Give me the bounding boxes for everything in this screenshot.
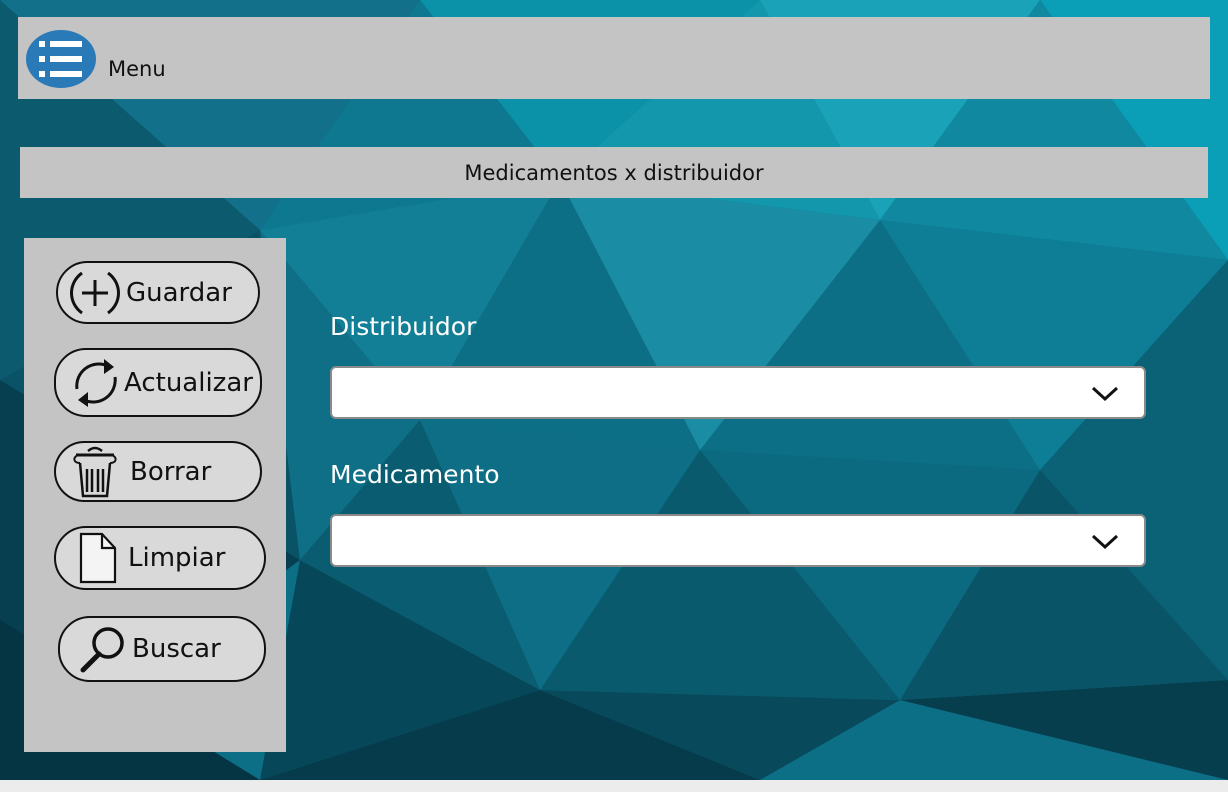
document-icon [79,532,117,584]
action-sidebar: Guardar Actualizar Borrar Limpiar Buscar [24,238,286,752]
trash-icon [73,446,117,497]
chevron-down-icon [1091,386,1119,402]
list-icon[interactable] [26,29,96,89]
chevron-down-icon [1091,534,1119,550]
delete-button[interactable]: Borrar [54,441,262,502]
search-button[interactable]: Buscar [58,616,266,682]
search-button-label: Buscar [132,634,221,664]
update-button[interactable]: Actualizar [54,348,262,417]
page-title-bar: Medicamentos x distribuidor [20,147,1208,198]
medication-select[interactable] [330,514,1146,567]
plus-circle-icon [70,271,120,314]
clear-button-label: Limpiar [128,543,226,573]
medication-label: Medicamento [330,460,500,489]
update-button-label: Actualizar [124,367,253,398]
refresh-icon [75,358,117,407]
distributor-select[interactable] [330,366,1146,419]
clear-button[interactable]: Limpiar [54,526,266,590]
save-button[interactable]: Guardar [56,261,260,324]
search-icon [80,627,124,673]
delete-button-label: Borrar [130,456,212,487]
top-bar: Menu [18,17,1210,99]
distributor-label: Distribuidor [330,312,477,341]
menu-label[interactable]: Menu [108,57,166,81]
save-button-label: Guardar [126,277,232,308]
page-title: Medicamentos x distribuidor [464,160,764,185]
